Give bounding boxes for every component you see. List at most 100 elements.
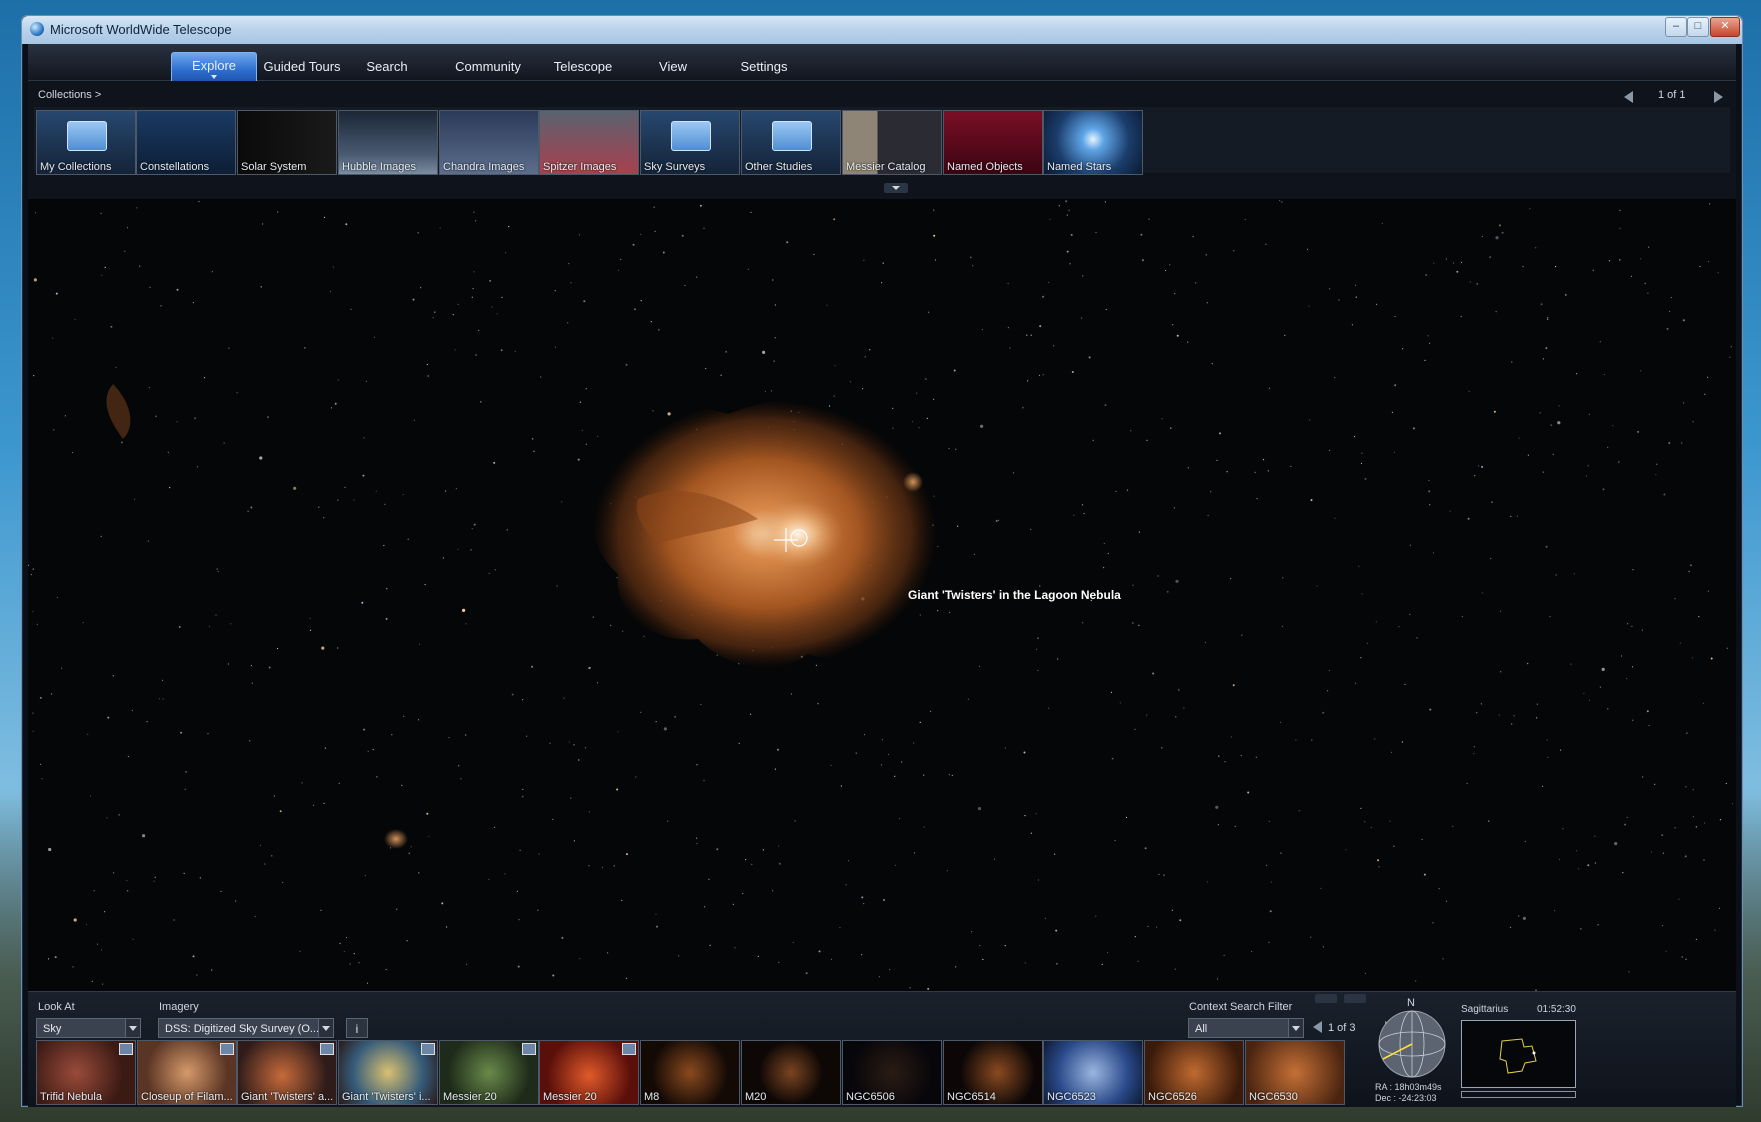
tab-settings[interactable]: Settings bbox=[722, 54, 806, 80]
star bbox=[148, 387, 150, 389]
next-page-icon[interactable] bbox=[1714, 91, 1723, 103]
star bbox=[434, 311, 436, 313]
result-thumb[interactable]: Closeup of Filam... bbox=[137, 1040, 237, 1105]
star bbox=[1573, 573, 1575, 575]
result-thumb[interactable]: NGC6530 bbox=[1245, 1040, 1345, 1105]
tab-view[interactable]: View bbox=[638, 54, 708, 80]
collection-hubble-images[interactable]: Hubble Images bbox=[338, 110, 438, 175]
result-thumb[interactable]: M20 bbox=[741, 1040, 841, 1105]
result-thumb[interactable]: Messier 20 bbox=[539, 1040, 639, 1105]
collection-named-objects[interactable]: Named Objects bbox=[943, 110, 1043, 175]
result-thumb[interactable]: NGC6526 bbox=[1144, 1040, 1244, 1105]
time-scrubber[interactable] bbox=[1461, 1091, 1576, 1098]
star bbox=[344, 486, 346, 488]
star bbox=[1585, 475, 1587, 477]
star bbox=[207, 733, 209, 735]
star bbox=[894, 864, 897, 867]
star bbox=[1306, 248, 1309, 250]
star bbox=[973, 553, 976, 555]
result-thumb[interactable]: Trifid Nebula bbox=[36, 1040, 136, 1105]
result-thumb[interactable]: NGC6514 bbox=[943, 1040, 1043, 1105]
result-label: Giant 'Twisters' i... bbox=[342, 1091, 431, 1103]
result-thumb[interactable]: NGC6506 bbox=[842, 1040, 942, 1105]
star bbox=[1619, 209, 1621, 211]
tab-explore[interactable]: Explore bbox=[171, 52, 257, 82]
star bbox=[1536, 703, 1538, 705]
star bbox=[1004, 945, 1006, 947]
collection-my-collections[interactable]: My Collections bbox=[36, 110, 136, 175]
star bbox=[373, 336, 375, 338]
star bbox=[1083, 512, 1085, 515]
prev-page-icon[interactable] bbox=[1624, 91, 1633, 103]
dec-readout: Dec : -24:23:03 bbox=[1375, 1093, 1437, 1103]
star bbox=[601, 866, 604, 868]
collection-label: Solar System bbox=[241, 161, 307, 173]
star bbox=[1161, 747, 1163, 749]
collection-messier-catalog[interactable]: Messier Catalog bbox=[842, 110, 942, 175]
tab-guided-tours[interactable]: Guided Tours bbox=[258, 54, 346, 80]
star bbox=[863, 259, 865, 261]
star bbox=[705, 367, 707, 370]
star bbox=[1266, 864, 1268, 866]
tab-community[interactable]: Community bbox=[441, 54, 535, 80]
star bbox=[1328, 449, 1331, 451]
star bbox=[747, 268, 749, 270]
star bbox=[901, 761, 903, 763]
prev-results-icon[interactable] bbox=[1313, 1021, 1322, 1033]
result-thumb[interactable]: NGC6523 bbox=[1043, 1040, 1143, 1105]
star bbox=[1241, 634, 1243, 636]
star bbox=[1132, 622, 1134, 624]
scroll-up-icon[interactable] bbox=[1315, 994, 1337, 1003]
maximize-button[interactable]: □ bbox=[1687, 17, 1709, 37]
result-thumb[interactable]: Giant 'Twisters' a... bbox=[237, 1040, 337, 1105]
star bbox=[113, 872, 115, 874]
tab-telescope[interactable]: Telescope bbox=[538, 54, 628, 80]
collection-other-studies[interactable]: Other Studies bbox=[741, 110, 841, 175]
expand-panel-icon[interactable] bbox=[884, 183, 908, 193]
collection-named-stars[interactable]: Named Stars bbox=[1043, 110, 1143, 175]
sky-view[interactable]: Giant 'Twisters' in the Lagoon Nebula bbox=[28, 199, 1736, 991]
look-at-select[interactable]: Sky bbox=[36, 1018, 141, 1038]
context-filter-select[interactable]: All bbox=[1188, 1018, 1304, 1038]
star bbox=[338, 782, 340, 784]
minimize-button[interactable]: – bbox=[1665, 17, 1687, 37]
collection-solar-system[interactable]: Solar System bbox=[237, 110, 337, 175]
star bbox=[1559, 858, 1561, 861]
star bbox=[1082, 275, 1084, 277]
star bbox=[365, 380, 367, 382]
star bbox=[588, 667, 591, 670]
star bbox=[1322, 946, 1324, 948]
result-label: Messier 20 bbox=[443, 1091, 497, 1103]
star bbox=[1163, 874, 1165, 876]
info-button[interactable]: i bbox=[346, 1018, 368, 1038]
imagery-select[interactable]: DSS: Digitized Sky Survey (O... bbox=[158, 1018, 334, 1038]
collection-spitzer-images[interactable]: Spitzer Images bbox=[539, 110, 639, 175]
star bbox=[149, 286, 151, 288]
collection-sky-surveys[interactable]: Sky Surveys bbox=[640, 110, 740, 175]
star bbox=[1206, 881, 1209, 883]
star bbox=[384, 503, 386, 505]
object-label[interactable]: Giant 'Twisters' in the Lagoon Nebula bbox=[908, 588, 1121, 602]
star bbox=[367, 750, 369, 752]
star bbox=[418, 872, 420, 874]
star bbox=[1692, 789, 1694, 791]
star bbox=[1536, 717, 1538, 719]
result-thumb[interactable]: Giant 'Twisters' i... bbox=[338, 1040, 438, 1105]
constellation-minimap[interactable]: Sagittarius 01:52:30 bbox=[1453, 997, 1733, 1102]
star bbox=[1495, 236, 1499, 240]
breadcrumb[interactable]: Collections > bbox=[38, 89, 101, 101]
star bbox=[830, 958, 833, 961]
collection-constellations[interactable]: Constellations bbox=[136, 110, 236, 175]
result-thumb[interactable]: M8 bbox=[640, 1040, 740, 1105]
star bbox=[1164, 269, 1167, 272]
view-compass[interactable]: N RA : 18h03m49s Dec : -24:23:03 bbox=[1373, 997, 1451, 1103]
scroll-down-icon[interactable] bbox=[1344, 994, 1366, 1003]
result-label: Giant 'Twisters' a... bbox=[241, 1091, 333, 1103]
star bbox=[1358, 565, 1360, 567]
collection-chandra-images[interactable]: Chandra Images bbox=[439, 110, 539, 175]
star bbox=[1656, 463, 1658, 465]
result-thumb[interactable]: Messier 20 bbox=[439, 1040, 539, 1105]
tab-search[interactable]: Search bbox=[353, 54, 421, 80]
star bbox=[750, 211, 752, 213]
close-button[interactable]: ✕ bbox=[1710, 17, 1740, 37]
